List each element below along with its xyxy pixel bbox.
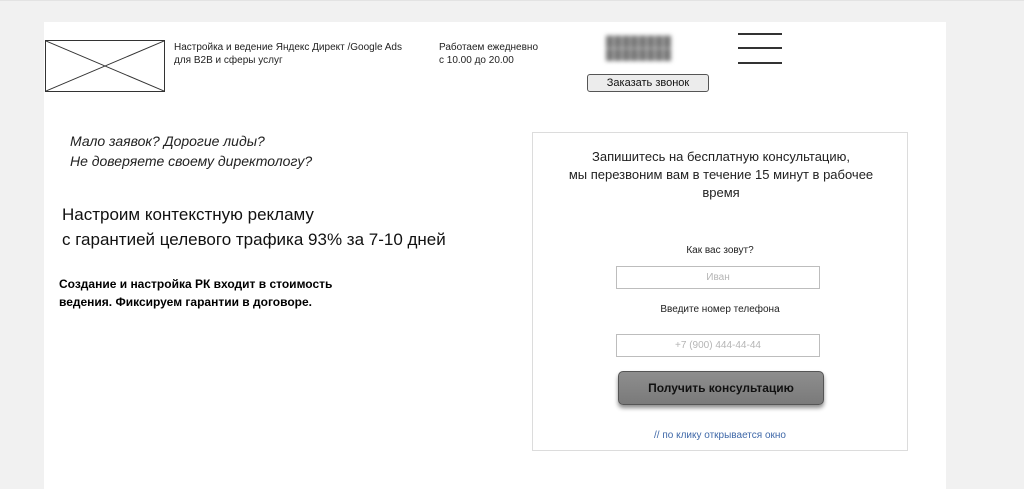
name-input[interactable]: [616, 266, 820, 289]
headline-line-2: с гарантией целевого трафика 93% за 7-10…: [62, 230, 446, 249]
tagline-line-2: для B2B и сферы услуг: [174, 55, 283, 66]
logo-placeholder-icon[interactable]: [45, 40, 165, 92]
form-title-line-2: мы перезвоним вам в течение 15 минут в р…: [568, 167, 874, 182]
name-label: Как вас зовут?: [686, 245, 754, 256]
header-tagline: Настройка и ведение Яндекс Директ /Googl…: [174, 41, 424, 67]
phone-label: Введите номер телефона: [660, 304, 780, 315]
hero-guarantee-note: Создание и настройка РК входит в стоимос…: [59, 275, 399, 311]
headline-line-1: Настроим контекстную рекламу: [62, 205, 314, 224]
note-line-2: ведения. Фиксируем гарантии в договоре.: [59, 295, 313, 309]
hero-headline: Настроим контекстную рекламу с гарантией…: [62, 202, 542, 252]
form-title-line-3: время: [702, 185, 740, 200]
hero-question-2: Не доверяете своему директологу?: [70, 153, 313, 169]
landing-page: Настройка и ведение Яндекс Директ /Googl…: [44, 22, 946, 489]
get-consultation-button[interactable]: Получить консультацию: [618, 371, 824, 405]
hours-line-2: с 10.00 до 20.00: [439, 55, 514, 66]
consultation-form: Запишитесь на бесплатную консультацию, м…: [532, 132, 908, 451]
hamburger-menu-icon[interactable]: [736, 32, 784, 66]
popup-note: // по клику открывается окно: [654, 430, 786, 441]
phone-input[interactable]: [616, 334, 820, 357]
order-callback-button[interactable]: Заказать звонок: [587, 74, 709, 92]
top-divider: [0, 0, 1024, 1]
hero-question-1: Мало заявок? Дорогие лиды?: [70, 133, 265, 149]
note-line-1: Создание и настройка РК входит в стоимос…: [59, 277, 333, 291]
form-title-line-1: Запишитесь на бесплатную консультацию,: [591, 149, 851, 164]
phone-number-blurred[interactable]: ▇▇▇▇▇▇▇▇ ▇▇▇▇▇▇▇▇: [606, 36, 706, 64]
tagline-line-1: Настройка и ведение Яндекс Директ /Googl…: [174, 42, 402, 53]
form-title: Запишитесь на бесплатную консультацию, м…: [543, 148, 899, 202]
working-hours: Работаем ежедневно с 10.00 до 20.00: [439, 41, 579, 67]
hours-line-1: Работаем ежедневно: [439, 42, 539, 53]
